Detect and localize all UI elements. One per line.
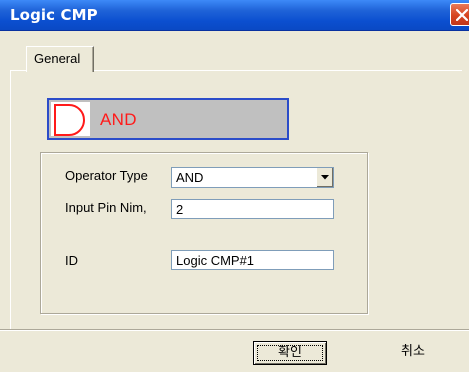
input-pin-value: 2 [176,202,184,217]
cancel-button-label: 취소 [401,344,425,359]
tab-general[interactable]: General [26,46,94,72]
and-gate-icon [54,104,85,136]
input-pin-field[interactable]: 2 [171,199,334,219]
input-pin-label: Input Pin Nim, [65,200,147,215]
close-button[interactable] [450,3,469,26]
gate-preview-label: AND [100,110,137,129]
id-value: Logic CMP#1 [176,253,255,268]
gate-preview: AND [47,98,289,140]
ok-button-focus-ring [257,345,323,361]
close-icon [456,9,468,21]
cancel-button[interactable]: 취소 [374,341,452,365]
logic-cmp-dialog: Logic CMP General AND Operator Type AND … [0,0,469,372]
operator-type-label: Operator Type [65,168,148,183]
tab-general-label: General [34,51,81,66]
operator-type-select[interactable]: AND [171,167,334,188]
ok-button[interactable]: 확인 [253,341,327,365]
id-field[interactable]: Logic CMP#1 [171,250,334,270]
id-label: ID [65,253,78,268]
title-bar[interactable]: Logic CMP [0,0,469,31]
footer-divider [0,329,469,331]
window-title: Logic CMP [10,6,98,24]
operator-type-value: AND [176,170,204,185]
operator-type-dropdown-button[interactable] [316,168,333,187]
chevron-down-icon [321,175,329,180]
